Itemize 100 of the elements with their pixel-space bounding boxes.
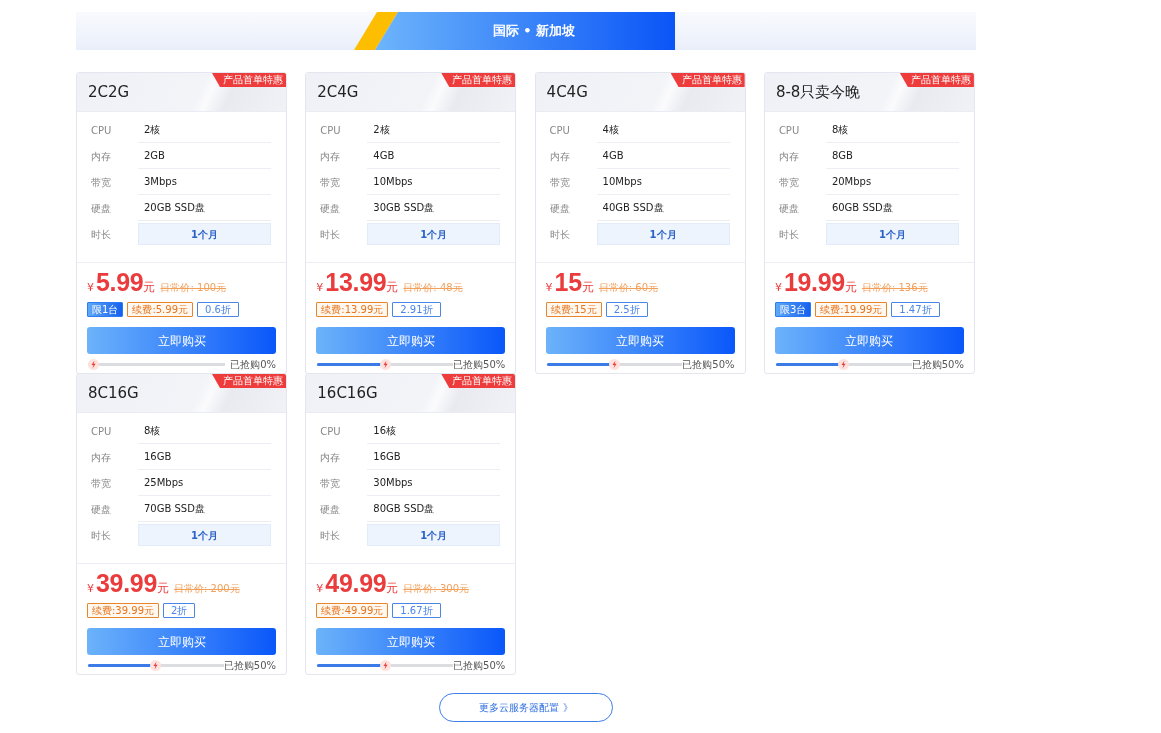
spec-label: 硬盘 [320, 502, 342, 517]
spec-label: CPU [320, 424, 342, 439]
spec-label: 时长 [320, 227, 342, 242]
buy-button[interactable]: 立即购买 [545, 327, 735, 354]
price-unit: 元 [143, 280, 156, 296]
spec-label: 内存 [549, 149, 571, 164]
currency-symbol: ¥ [316, 280, 324, 296]
duration-option[interactable]: 1个月 [367, 524, 501, 546]
spec-value: 2GB [138, 143, 271, 169]
promo-ribbon: 产品首单特惠 [212, 73, 286, 87]
promo-ribbon: 产品首单特惠 [899, 73, 974, 87]
sold-percentage: 已抢购50% [682, 357, 735, 372]
spec-value: 80GB SSD盘 [367, 496, 501, 522]
renewal-price-tag: 续费:13.99元 [316, 302, 389, 317]
original-price: 日常价: 200元 [174, 582, 240, 596]
sold-percentage: 已抢购0% [230, 357, 276, 372]
spec-label: CPU [320, 123, 342, 138]
spec-value: 60GB SSD盘 [825, 195, 959, 221]
spec-value: 25Mbps [138, 470, 271, 496]
spec-value: 30Mbps [367, 470, 501, 496]
sold-percentage: 已抢购50% [453, 658, 506, 673]
plan-name: 2C2G [88, 81, 130, 103]
spec-value: 2核 [367, 117, 501, 143]
price-unit: 元 [157, 581, 170, 597]
discount-tag: 1.67折 [392, 603, 441, 618]
buy-button[interactable]: 立即购买 [87, 628, 276, 655]
plan-name: 4C4G [546, 81, 588, 103]
spec-label: 时长 [91, 528, 112, 543]
spec-value: 4核 [596, 117, 730, 143]
spec-label: 带宽 [320, 476, 342, 491]
sold-percentage: 已抢购50% [453, 357, 506, 372]
spec-label: CPU [549, 123, 571, 138]
spec-value: 20Mbps [825, 169, 959, 195]
spec-label: 硬盘 [778, 201, 800, 216]
plan-name: 8-8只卖今晚 [775, 81, 861, 103]
spec-label: 带宽 [778, 175, 800, 190]
spec-label: CPU [91, 424, 113, 439]
spec-value: 8核 [138, 418, 271, 444]
buy-button[interactable]: 立即购买 [316, 327, 506, 354]
slant-stripe-icon [354, 12, 398, 50]
spec-label: 内存 [320, 450, 342, 465]
plan-name: 8C16G [88, 382, 139, 404]
renewal-price-tag: 续费:19.99元 [815, 302, 888, 317]
spec-value: 8GB [825, 143, 959, 169]
spec-value: 4GB [367, 143, 501, 169]
discount-tag: 2.5折 [605, 302, 648, 317]
spec-value: 40GB SSD盘 [596, 195, 730, 221]
renewal-price-tag: 续费:39.99元 [87, 603, 159, 618]
duration-option[interactable]: 1个月 [825, 223, 959, 245]
spec-label: 时长 [91, 227, 112, 242]
currency-symbol: ¥ [87, 280, 94, 296]
spec-label: 带宽 [320, 175, 342, 190]
spec-value: 16GB [138, 444, 271, 470]
spec-value: 4GB [596, 143, 730, 169]
region-title[interactable]: 国际 • 新加坡 [375, 12, 675, 50]
spec-label: 硬盘 [320, 201, 342, 216]
discount-tag: 2.91折 [392, 302, 441, 317]
renewal-price-tag: 续费:5.99元 [127, 302, 193, 317]
duration-option[interactable]: 1个月 [596, 223, 730, 245]
buy-button[interactable]: 立即购买 [316, 628, 506, 655]
original-price: 日常价: 300元 [403, 582, 469, 596]
sold-percentage: 已抢购50% [223, 658, 276, 673]
spec-label: 时长 [320, 528, 342, 543]
sold-percentage: 已抢购50% [911, 357, 964, 372]
duration-option[interactable]: 1个月 [138, 223, 271, 245]
quantity-limit-badge: 限1台 [87, 302, 124, 317]
currency-symbol: ¥ [545, 280, 553, 296]
promo-ribbon: 产品首单特惠 [441, 374, 516, 388]
spec-label: 硬盘 [91, 502, 112, 517]
price-amount: 15 [554, 270, 582, 294]
price-unit: 元 [581, 280, 594, 296]
more-configs-button[interactable]: 更多云服务器配置 》 [439, 693, 613, 722]
promo-ribbon: 产品首单特惠 [670, 73, 745, 87]
spec-label: CPU [778, 123, 801, 138]
price-unit: 元 [386, 581, 399, 597]
spec-label: 时长 [549, 227, 571, 242]
price-amount: 5.99 [96, 270, 144, 294]
spec-label: 带宽 [91, 476, 112, 491]
spec-label: 内存 [91, 149, 112, 164]
spec-value: 70GB SSD盘 [138, 496, 271, 522]
duration-option[interactable]: 1个月 [138, 524, 271, 546]
price-unit: 元 [386, 280, 399, 296]
duration-option[interactable]: 1个月 [367, 223, 501, 245]
spec-label: 内存 [320, 149, 342, 164]
renewal-price-tag: 续费:49.99元 [316, 603, 389, 618]
plan-name: 2C4G [317, 81, 359, 103]
plan-name: 16C16G [317, 382, 378, 404]
spec-label: 时长 [778, 227, 800, 242]
spec-value: 16核 [367, 418, 501, 444]
spec-value: 20GB SSD盘 [138, 195, 271, 221]
spec-value: 10Mbps [367, 169, 501, 195]
original-price: 日常价: 100元 [160, 281, 227, 295]
promo-ribbon: 产品首单特惠 [441, 73, 516, 87]
buy-button[interactable]: 立即购买 [774, 327, 964, 354]
spec-value: 2核 [138, 117, 271, 143]
quantity-limit-badge: 限3台 [774, 302, 812, 317]
spec-label: 硬盘 [549, 201, 571, 216]
buy-button[interactable]: 立即购买 [87, 327, 276, 354]
discount-tag: 1.47折 [891, 302, 940, 317]
discount-tag: 0.6折 [197, 302, 239, 317]
